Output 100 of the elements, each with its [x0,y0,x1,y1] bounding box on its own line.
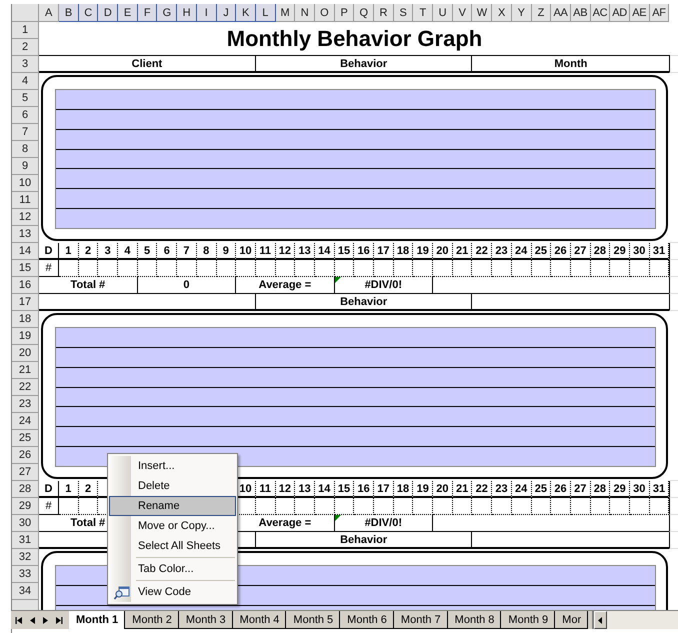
count-cell[interactable] [295,498,315,515]
count-cell[interactable] [590,498,610,515]
row-header[interactable]: 4 [12,73,39,90]
column-header[interactable]: N [295,4,315,22]
row-header[interactable]: 26 [12,447,39,464]
row-header[interactable]: 28 [12,481,39,498]
row-header[interactable]: 24 [12,413,39,430]
menu-item[interactable]: Tab Color... [109,559,236,579]
menu-item[interactable]: Insert... [109,456,236,476]
row-header[interactable]: 23 [12,396,39,413]
menu-item[interactable]: Delete [109,476,236,496]
row-header[interactable]: 12 [12,209,39,226]
count-cell[interactable] [177,260,197,277]
row-header[interactable]: 22 [12,379,39,396]
previous-sheet-icon[interactable] [28,616,37,624]
count-cell[interactable] [98,260,118,277]
count-cell[interactable] [236,260,256,277]
column-header[interactable]: L [256,4,276,22]
next-sheet-icon[interactable] [41,616,50,624]
count-cell[interactable] [492,498,512,515]
count-cell[interactable] [650,260,670,277]
count-cell[interactable] [196,260,216,277]
sheet-tab[interactable]: Month 2 [125,611,179,629]
count-cell[interactable] [532,498,552,515]
count-cell[interactable] [157,260,178,277]
row-header[interactable]: 18 [12,311,39,328]
count-cell[interactable] [59,498,79,515]
row-header[interactable]: 34 [12,583,39,600]
column-header[interactable]: O [314,4,335,22]
count-cell[interactable] [118,260,138,277]
menu-item[interactable]: View Code [109,582,236,602]
count-cell[interactable] [492,260,512,277]
row-header[interactable]: 11 [12,192,39,209]
sheet-tab[interactable]: Month 5 [286,611,340,629]
row-header[interactable]: 1 [12,22,39,39]
column-header[interactable]: X [492,4,512,22]
count-cell[interactable] [413,260,434,277]
row-header[interactable]: 25 [12,430,39,447]
count-cell[interactable] [590,260,610,277]
count-cell[interactable] [276,498,296,515]
count-cell[interactable] [610,498,630,515]
column-header[interactable]: I [196,4,216,22]
column-header[interactable]: AB [570,4,591,22]
count-cell[interactable] [295,260,315,277]
count-cell[interactable] [354,498,374,515]
column-header[interactable]: V [452,4,472,22]
count-cell[interactable] [256,260,276,277]
row-header[interactable]: 3 [12,56,39,73]
count-cell[interactable] [276,260,296,277]
column-header[interactable]: E [118,4,138,22]
row-header[interactable]: 32 [12,549,39,566]
column-header[interactable]: Q [354,4,374,22]
column-header[interactable]: A [39,4,59,22]
count-cell[interactable] [551,498,571,515]
row-header[interactable]: 9 [12,158,39,175]
row-header[interactable]: 6 [12,107,39,124]
row-header[interactable]: 5 [12,90,39,107]
column-header[interactable]: S [394,4,414,22]
column-header[interactable]: M [276,4,296,22]
row-header[interactable]: 13 [12,226,39,243]
count-cell[interactable] [314,260,335,277]
column-header[interactable]: C [78,4,98,22]
sheet-tab[interactable]: Month 6 [340,611,394,629]
count-cell[interactable] [314,498,335,515]
count-cell[interactable] [138,260,158,277]
count-cell[interactable] [650,498,670,515]
sheet-tab[interactable]: Month 8 [448,611,502,629]
column-header[interactable]: R [374,4,394,22]
count-cell[interactable] [413,498,434,515]
count-cell[interactable] [354,260,374,277]
menu-item[interactable]: Select All Sheets [109,536,236,556]
count-cell[interactable] [472,498,492,515]
row-header[interactable]: 10 [12,175,39,192]
scroll-left-button[interactable] [594,611,608,629]
row-header[interactable]: 31 [12,532,39,549]
row-header[interactable]: 33 [12,566,39,583]
column-header[interactable]: G [157,4,178,22]
column-header[interactable]: AD [610,4,630,22]
count-cell[interactable] [433,498,453,515]
row-header[interactable]: 30 [12,515,39,532]
row-header[interactable]: 8 [12,141,39,158]
count-cell[interactable] [452,498,472,515]
column-header[interactable]: F [138,4,158,22]
row-header[interactable]: 14 [12,243,39,260]
count-cell[interactable] [630,498,650,515]
column-header[interactable]: AC [590,4,610,22]
last-sheet-icon[interactable] [54,616,63,624]
column-header[interactable]: U [433,4,453,22]
sheet-tab[interactable]: Month 3 [178,611,233,629]
row-header[interactable]: 27 [12,464,39,481]
count-cell[interactable] [630,260,650,277]
column-header[interactable]: Y [512,4,532,22]
count-cell[interactable] [570,260,591,277]
count-cell[interactable] [452,260,472,277]
count-cell[interactable] [78,260,98,277]
row-header[interactable]: 19 [12,328,39,345]
count-cell[interactable] [472,260,492,277]
sheet-tab[interactable]: Month 1 [69,611,126,629]
column-header[interactable]: AE [630,4,650,22]
count-cell[interactable] [374,498,394,515]
